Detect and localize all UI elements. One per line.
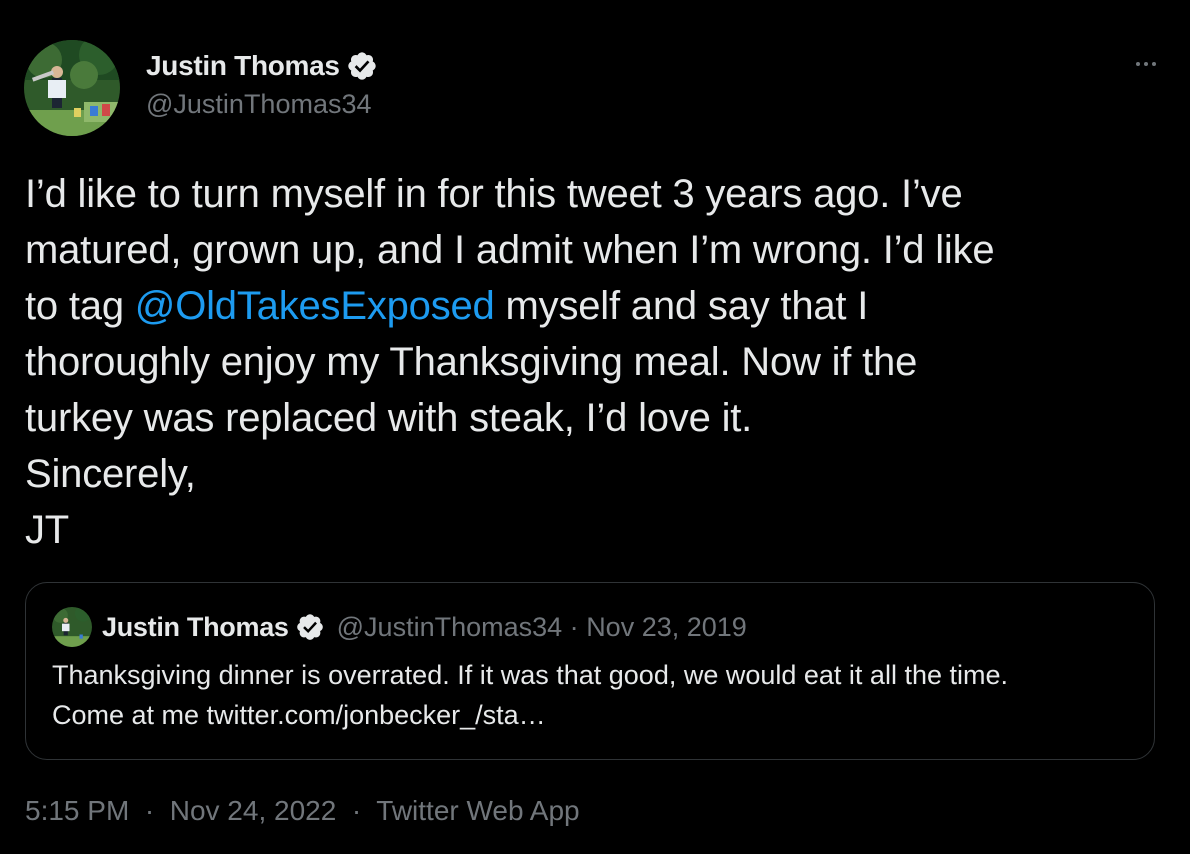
tweet-text-segment: JT bbox=[25, 508, 70, 552]
tweet-text-segment: matured, grown up, and I admit when I’m … bbox=[25, 228, 995, 272]
tweet-text-line: to tag @OldTakesExposed myself and say t… bbox=[25, 278, 1170, 334]
tweet-text: I’d like to turn myself in for this twee… bbox=[25, 166, 1170, 558]
separator-dot: · bbox=[569, 611, 579, 642]
tweet-text-line: matured, grown up, and I admit when I’m … bbox=[25, 222, 1170, 278]
more-dots-icon bbox=[1136, 62, 1140, 66]
tweet-text-segment: Sincerely, bbox=[25, 452, 196, 496]
author-name[interactable]: Justin Thomas bbox=[146, 50, 340, 82]
quote-date: Nov 23, 2019 bbox=[586, 611, 747, 642]
separator-dot: · bbox=[144, 795, 155, 826]
more-dots-icon bbox=[1152, 62, 1156, 66]
tweet-time-link[interactable]: 5:15 PM bbox=[25, 795, 129, 826]
author-name-row: Justin Thomas bbox=[146, 46, 378, 86]
quote-author-avatar bbox=[52, 607, 92, 647]
more-dots-icon bbox=[1144, 62, 1148, 66]
tweet-date-link[interactable]: Nov 24, 2022 bbox=[170, 795, 337, 826]
quote-separator: · bbox=[562, 612, 586, 643]
quote-tweet-header: Justin Thomas @JustinThomas34 · Nov 23, … bbox=[52, 607, 747, 647]
quote-text-line: Thanksgiving dinner is overrated. If it … bbox=[52, 660, 1008, 690]
tweet-text-segment: to tag bbox=[25, 284, 135, 328]
tweet-text-line: Sincerely, bbox=[25, 446, 1170, 502]
footer-separator: · bbox=[344, 795, 369, 826]
verified-badge-icon bbox=[296, 614, 323, 640]
quote-author-handle: @JustinThomas34 bbox=[336, 611, 563, 642]
verified-badge-icon bbox=[348, 52, 376, 80]
tweet-footer: 5:15 PM · Nov 24, 2022 · Twitter Web App bbox=[25, 795, 580, 827]
avatar-image bbox=[24, 40, 120, 136]
quote-tweet-card[interactable]: Justin Thomas @JustinThomas34 · Nov 23, … bbox=[25, 582, 1155, 760]
quote-tweet-text: Thanksgiving dinner is overrated. If it … bbox=[52, 655, 1008, 735]
separator-dot: · bbox=[351, 795, 362, 826]
tweet: Justin Thomas @JustinThomas34 I’d like t… bbox=[0, 0, 1190, 854]
tweet-text-line: turkey was replaced with steak, I’d love… bbox=[25, 390, 1170, 446]
tweet-text-line: thoroughly enjoy my Thanksgiving meal. N… bbox=[25, 334, 1170, 390]
tweet-text-segment: I’d like to turn myself in for this twee… bbox=[25, 172, 963, 216]
tweet-text-segment: myself and say that I bbox=[494, 284, 869, 328]
tweet-text-segment: thoroughly enjoy my Thanksgiving meal. N… bbox=[25, 340, 918, 384]
tweet-source-link[interactable]: Twitter Web App bbox=[376, 795, 579, 826]
tweet-text-line: I’d like to turn myself in for this twee… bbox=[25, 166, 1170, 222]
more-options-button[interactable] bbox=[1126, 48, 1166, 80]
quote-avatar-image bbox=[52, 607, 92, 647]
footer-separator: · bbox=[137, 795, 162, 826]
tweet-text-line: JT bbox=[25, 502, 1170, 558]
quote-text-line: Come at me twitter.com/jonbecker_/sta… bbox=[52, 700, 546, 730]
quote-author-name: Justin Thomas bbox=[102, 611, 289, 642]
author-handle[interactable]: @JustinThomas34 bbox=[146, 89, 372, 120]
mention-link[interactable]: @OldTakesExposed bbox=[135, 284, 495, 328]
author-avatar[interactable] bbox=[24, 40, 120, 136]
tweet-text-segment: turkey was replaced with steak, I’d love… bbox=[25, 396, 753, 440]
